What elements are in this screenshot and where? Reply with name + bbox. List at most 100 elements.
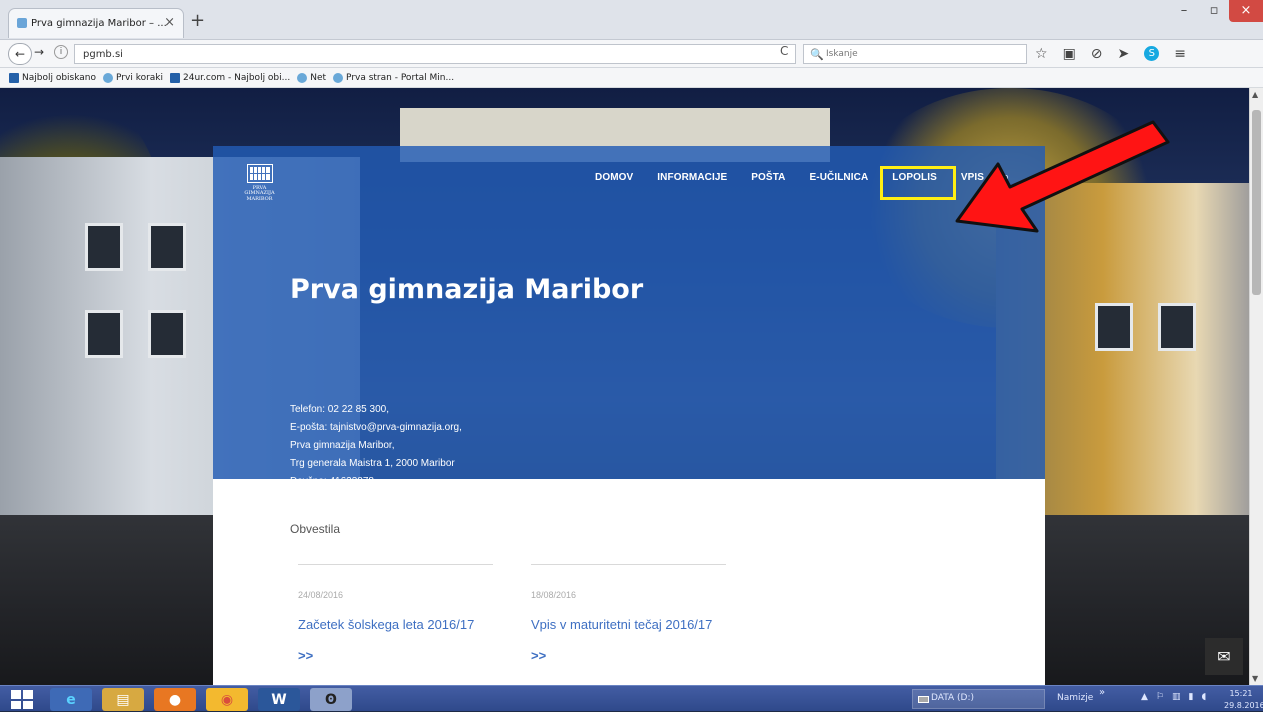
web-page-viewport: PRVA GIMNAZIJA MARIBOR DOMOV INFORMACIJE… [0, 88, 1263, 685]
scroll-thumb[interactable] [1252, 110, 1261, 295]
send-icon[interactable]: ➤ [1118, 46, 1130, 62]
24ur-icon [170, 72, 181, 83]
notice-date: 18/08/2016 [531, 590, 577, 600]
lopolis-highlight-box [880, 166, 956, 200]
school-logo[interactable]: PRVA GIMNAZIJA MARIBOR [238, 164, 281, 201]
globe-icon [333, 72, 344, 83]
show-hidden-icons-icon[interactable]: ▲ [1141, 692, 1148, 702]
bookmark-star-icon[interactable]: ☆ [1035, 46, 1048, 62]
globe-icon [297, 72, 308, 83]
right-building-windows [1095, 303, 1196, 351]
contact-line: Telefon: 02 22 85 300, [290, 404, 389, 415]
word-icon[interactable]: W [258, 688, 300, 711]
contact-line: Prva gimnazija Maribor, [290, 440, 395, 451]
navigation-toolbar: ← → i pgmb.si C 🔍 Iskanje ☆ ▣ ⊘ ➤ S ≡ [0, 40, 1263, 68]
left-building-windows [85, 223, 186, 271]
reload-button[interactable]: C [780, 44, 788, 58]
notice-card: 18/08/2016 Vpis v maturitetni tečaj 2016… [531, 564, 726, 663]
menu-icon[interactable]: ≡ [1174, 46, 1186, 62]
chrome-icon[interactable]: ◉ [206, 688, 248, 711]
building-window [1095, 303, 1133, 351]
bookmark-item[interactable]: Prvi koraki [103, 72, 164, 83]
windows-taskbar: e ▤ ● ◉ W ʘ DATA (D:) Namizje » ▲ ⚐ ▥ ▮ … [0, 685, 1263, 711]
browser-tool-icons: ☆ ▣ ⊘ ➤ S ≡ [1035, 46, 1186, 62]
scroll-up-icon[interactable]: ▲ [1252, 90, 1258, 99]
reader-icon[interactable]: ▣ [1063, 46, 1076, 62]
close-tab-icon[interactable]: × [164, 15, 175, 30]
restore-button[interactable]: ▫ [1199, 0, 1229, 22]
scroll-down-icon[interactable]: ▼ [1252, 674, 1258, 683]
logo-building-icon [246, 164, 273, 183]
page-title: Prva gimnazija Maribor [290, 274, 644, 305]
new-tab-button[interactable]: + [190, 10, 205, 31]
forward-button[interactable]: → [34, 45, 44, 59]
left-building-windows [85, 310, 186, 358]
menu-item-vpis[interactable]: VPIS [961, 172, 984, 183]
page-scrollbar[interactable]: ▲ ▼ [1249, 88, 1263, 685]
notice-title-link[interactable]: Vpis v maturitetni tečaj 2016/17 [531, 617, 726, 632]
bookmark-label: Net [310, 72, 327, 83]
network-icon[interactable]: ▮ [1189, 692, 1194, 702]
volume-icon[interactable]: ◖ [1201, 692, 1206, 702]
menu-item-informacije[interactable]: INFORMACIJE [657, 172, 727, 183]
file-explorer-icon[interactable]: ▤ [102, 688, 144, 711]
site-info-icon[interactable]: i [54, 45, 68, 59]
bookmarks-toolbar: Najbolj obiskano Prvi koraki 24ur.com - … [0, 68, 1263, 88]
back-button[interactable]: ← [8, 43, 32, 65]
tray-more-icon[interactable]: » [1099, 687, 1105, 698]
browser-tab-strip: Prva gimnazija Maribor – ... × + – ▫ × [0, 0, 1263, 40]
firefox-icon[interactable]: ● [154, 688, 196, 711]
clock-time: 15:21 [1229, 689, 1253, 698]
system-clock[interactable]: 15:21 29.8.2016 [1224, 688, 1263, 712]
notice-divider [531, 564, 726, 565]
building-window [1158, 303, 1196, 351]
browser-tab[interactable]: Prva gimnazija Maribor – ... × [8, 8, 184, 38]
bookmark-label: 24ur.com - Najbolj obi... [183, 72, 291, 83]
clock-date: 29.8.2016 [1224, 701, 1263, 710]
bookmark-item[interactable]: 24ur.com - Najbolj obi... [170, 72, 291, 83]
cat-app-icon[interactable]: ʘ [310, 688, 352, 711]
notice-divider [298, 564, 493, 565]
system-tray: Namizje » ▲ ⚐ ▥ ▮ ◖ 15:21 29.8.2016 [1045, 687, 1263, 712]
bookmark-label: Prva stran - Portal Min... [346, 72, 455, 83]
internet-explorer-icon[interactable]: e [50, 688, 92, 711]
close-window-button[interactable]: × [1229, 0, 1263, 22]
bookmark-item[interactable]: Prva stran - Portal Min... [333, 72, 455, 83]
tab-title: Prva gimnazija Maribor – ... [31, 18, 167, 29]
flag-icon[interactable]: ⚐ [1156, 692, 1164, 702]
pocket-icon[interactable]: ⊘ [1091, 46, 1103, 62]
building-window [148, 223, 186, 271]
menu-item-e-ucilnica[interactable]: E-UČILNICA [810, 172, 869, 183]
bookmark-label: Prvi koraki [116, 72, 164, 83]
read-more-link[interactable]: >> [298, 648, 493, 663]
page-favicon-icon [17, 18, 27, 28]
tray-icons: ▲ ⚐ ▥ ▮ ◖ [1141, 692, 1206, 702]
data-drive-icon-label[interactable]: DATA (D:) [912, 689, 1045, 709]
contact-info: Telefon: 02 22 85 300, E-pošta: tajnistv… [290, 401, 462, 491]
mail-button[interactable]: ✉ [1205, 638, 1243, 675]
skype-icon[interactable]: S [1144, 46, 1160, 61]
search-icon: 🔍 [810, 48, 824, 61]
menu-item-posta[interactable]: POŠTA [751, 172, 785, 183]
desktop-label[interactable]: Namizje [1057, 693, 1093, 703]
bookmark-item[interactable]: Net [297, 72, 327, 83]
minimize-button[interactable]: – [1169, 0, 1199, 22]
menu-item-domov[interactable]: DOMOV [595, 172, 633, 183]
window-controls: – ▫ × [1169, 0, 1263, 22]
taskbar-app-icons: e ▤ ● ◉ W ʘ [50, 688, 352, 711]
notice-card: 24/08/2016 Začetek šolskega leta 2016/17… [298, 564, 493, 663]
windows-start-icon[interactable] [11, 690, 33, 709]
bookmark-item[interactable]: Najbolj obiskano [9, 72, 97, 83]
site-search-icon[interactable]: ⌕ [1002, 170, 1009, 185]
address-bar[interactable]: pgmb.si [74, 44, 796, 64]
building-window [85, 223, 123, 271]
browser-search-input[interactable]: 🔍 Iskanje [803, 44, 1027, 64]
read-more-link[interactable]: >> [531, 648, 726, 663]
notice-title-link[interactable]: Začetek šolskega leta 2016/17 [298, 617, 493, 632]
building-window [85, 310, 123, 358]
hero-overlay: PRVA GIMNAZIJA MARIBOR DOMOV INFORMACIJE… [213, 146, 1045, 487]
contact-line[interactable]: E-pošta: tajnistvo@prva-gimnazija.org, [290, 419, 462, 437]
contact-line: Trg generala Maistra 1, 2000 Maribor [290, 458, 455, 469]
battery-icon[interactable]: ▥ [1172, 692, 1181, 702]
bookmark-label: Najbolj obiskano [22, 72, 97, 83]
